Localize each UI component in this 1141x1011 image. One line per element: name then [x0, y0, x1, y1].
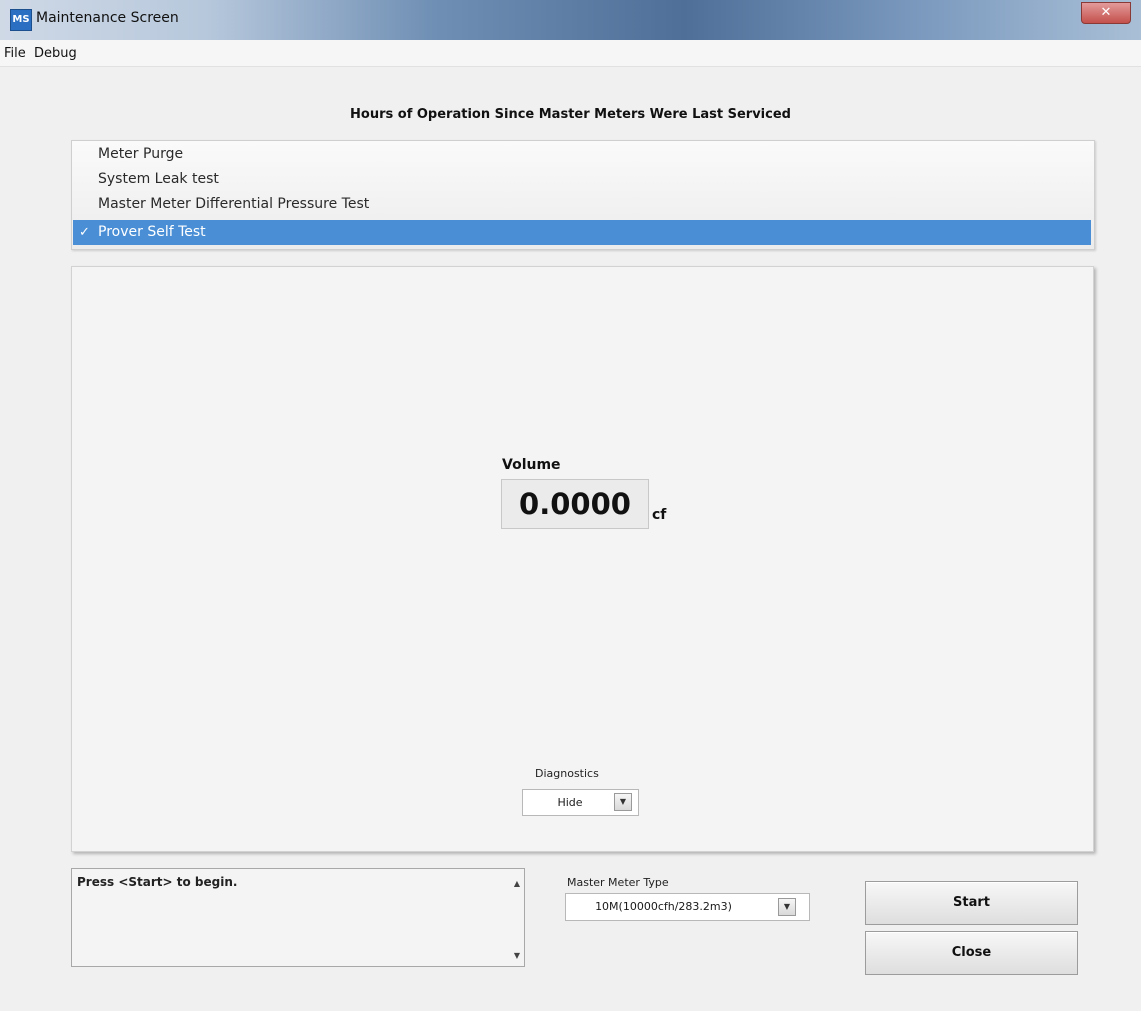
title-bar: MS Maintenance Screen ✕ [0, 0, 1141, 40]
test-item-label: Master Meter Differential Pressure Test [98, 196, 370, 212]
menu-debug[interactable]: Debug [34, 46, 77, 61]
check-icon: ✓ [79, 225, 90, 240]
diagnostics-value: Hide [557, 796, 583, 809]
start-button[interactable]: Start [865, 881, 1078, 925]
window-close-button[interactable]: ✕ [1081, 2, 1131, 24]
page-heading: Hours of Operation Since Master Meters W… [350, 107, 791, 122]
master-meter-label: Master Meter Type [567, 876, 669, 889]
scroll-down-icon[interactable]: ▼ [514, 951, 520, 960]
status-text: Press <Start> to begin. [77, 875, 238, 889]
app-icon: MS [10, 9, 32, 31]
master-meter-select[interactable]: 10M(10000cfh/283.2m3) ▼ [565, 893, 810, 921]
volume-value: 0.0000 [501, 479, 649, 529]
test-list: Meter Purge System Leak test Master Mete… [71, 140, 1095, 250]
chevron-down-icon[interactable]: ▼ [614, 793, 632, 811]
test-item-label: Meter Purge [98, 146, 184, 162]
test-item-label: Prover Self Test [98, 224, 206, 240]
test-item-label: System Leak test [98, 171, 219, 187]
test-item-differential-pressure[interactable]: Master Meter Differential Pressure Test [73, 192, 1091, 217]
volume-label: Volume [502, 457, 561, 473]
window-title: Maintenance Screen [36, 10, 179, 26]
volume-unit: cf [652, 507, 667, 523]
menu-file[interactable]: File [4, 46, 26, 61]
master-meter-value: 10M(10000cfh/283.2m3) [595, 900, 732, 913]
main-panel: Volume 0.0000 cf Diagnostics Hide ▼ [71, 266, 1094, 852]
diagnostics-label: Diagnostics [535, 767, 599, 780]
scroll-up-icon[interactable]: ▲ [514, 879, 520, 888]
test-item-prover-self-test[interactable]: ✓ Prover Self Test [73, 220, 1091, 245]
menu-bar: File Debug [0, 40, 1141, 67]
test-item-system-leak[interactable]: System Leak test [73, 167, 1091, 192]
close-button[interactable]: Close [865, 931, 1078, 975]
test-item-meter-purge[interactable]: Meter Purge [73, 142, 1091, 167]
chevron-down-icon[interactable]: ▼ [778, 898, 796, 916]
diagnostics-select[interactable]: Hide ▼ [522, 789, 639, 816]
status-box: Press <Start> to begin. ▲ ▼ [71, 868, 525, 967]
